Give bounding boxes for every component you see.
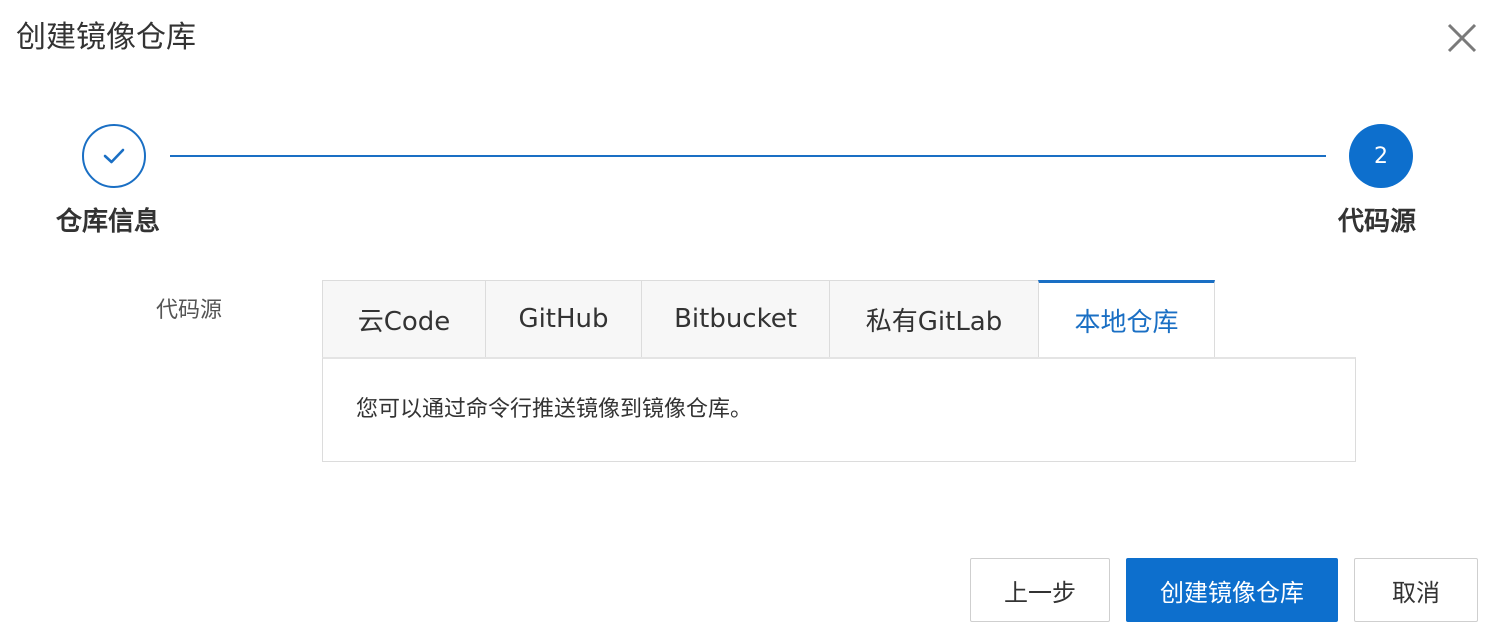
create-repository-button[interactable]: 创建镜像仓库 — [1126, 558, 1338, 622]
step-1-label: 仓库信息 — [56, 207, 161, 237]
step-2-circle: 2 — [1349, 124, 1413, 188]
step-1-circle — [82, 124, 146, 188]
step-2-number: 2 — [1374, 143, 1388, 169]
close-icon — [1447, 23, 1477, 53]
panel-description: 您可以通过命令行推送镜像到镜像仓库。 — [356, 397, 753, 422]
create-repository-dialog: 创建镜像仓库 仓库信息 2 代码源 代码源 云Code GitHub Bitbu… — [0, 0, 1508, 634]
tab-github[interactable]: GitHub — [485, 280, 641, 358]
code-source-tabs: 云Code GitHub Bitbucket 私有GitLab 本地仓库 — [322, 280, 1215, 358]
code-source-label: 代码源 — [156, 298, 223, 323]
dialog-title: 创建镜像仓库 — [16, 20, 196, 55]
tab-cloud-code[interactable]: 云Code — [322, 280, 485, 358]
tab-local-repository[interactable]: 本地仓库 — [1038, 280, 1215, 358]
tab-bitbucket[interactable]: Bitbucket — [641, 280, 829, 358]
tab-private-gitlab[interactable]: 私有GitLab — [829, 280, 1038, 358]
step-2-label: 代码源 — [1338, 207, 1417, 237]
cancel-button[interactable]: 取消 — [1354, 558, 1478, 622]
previous-step-button[interactable]: 上一步 — [970, 558, 1110, 622]
step-connector-line — [170, 155, 1326, 157]
check-icon — [103, 148, 125, 164]
tab-panel: 您可以通过命令行推送镜像到镜像仓库。 — [322, 357, 1356, 462]
close-button[interactable] — [1442, 18, 1482, 58]
